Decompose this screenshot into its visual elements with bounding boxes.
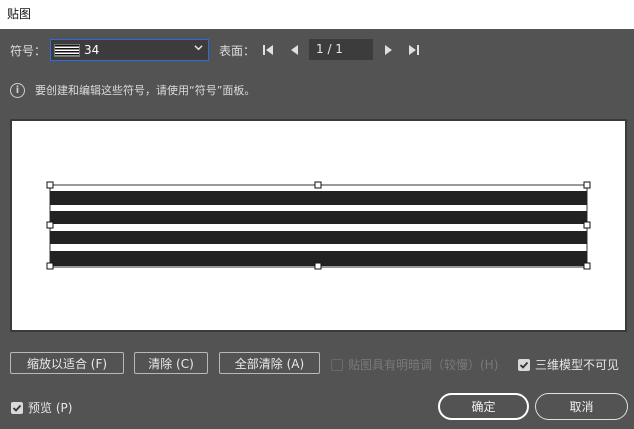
resize-handle[interactable] <box>583 262 591 270</box>
shade-label: 贴图具有明暗调（较慢）(H) <box>348 358 499 372</box>
artwork-preview[interactable] <box>10 119 627 332</box>
stripe <box>50 231 587 244</box>
check-icon <box>12 404 22 412</box>
preview-checkbox[interactable]: 预览 (P) <box>11 399 72 416</box>
cancel-button[interactable]: 取消 <box>535 393 628 420</box>
prev-page-icon[interactable] <box>289 44 301 56</box>
stripe <box>50 191 587 205</box>
info-row: i 要创建和编辑这些符号，请使用“符号”面板。 <box>10 82 255 98</box>
checkbox-box <box>11 401 23 414</box>
resize-handle[interactable] <box>46 221 54 229</box>
invisible-label: 三维模型不可见 <box>535 358 620 372</box>
check-icon <box>519 361 529 369</box>
next-page-icon[interactable] <box>382 44 394 56</box>
mapped-artwork[interactable] <box>12 121 625 330</box>
symbol-value: 34 <box>84 43 100 57</box>
resize-handle[interactable] <box>583 221 591 229</box>
info-text: 要创建和编辑这些符号，请使用“符号”面板。 <box>35 84 256 97</box>
page-field[interactable]: 1 / 1 <box>309 39 373 60</box>
surface-label: 表面： <box>219 44 256 58</box>
resize-handle[interactable] <box>314 262 322 270</box>
info-icon: i <box>10 82 25 98</box>
last-page-icon[interactable] <box>408 44 420 56</box>
checkbox-box <box>331 358 343 371</box>
preview-label: 预览 (P) <box>28 401 73 415</box>
checkbox-box <box>518 358 530 371</box>
ok-button[interactable]: 确定 <box>438 393 529 420</box>
first-page-icon[interactable] <box>262 44 274 56</box>
clear-all-button[interactable]: 全部清除 (A) <box>219 352 320 374</box>
shade-checkbox[interactable]: 贴图具有明暗调（较慢）(H) <box>331 356 498 373</box>
invisible-checkbox[interactable]: 三维模型不可见 <box>518 356 619 373</box>
stripe <box>50 211 587 224</box>
symbol-swatch <box>54 43 81 57</box>
resize-handle[interactable] <box>583 181 591 189</box>
symbol-label: 符号： <box>10 43 47 58</box>
symbol-dropdown[interactable]: 34 <box>50 39 210 61</box>
chevron-down-icon <box>194 45 203 51</box>
symbol-row: 符号： 34 <box>10 39 210 61</box>
resize-handle[interactable] <box>46 262 54 270</box>
clear-button[interactable]: 清除 (C) <box>134 352 208 374</box>
window-title: 贴图 <box>0 0 634 29</box>
resize-handle[interactable] <box>314 181 322 189</box>
fit-button[interactable]: 缩放以适合 (F) <box>10 352 124 374</box>
resize-handle[interactable] <box>46 181 54 189</box>
